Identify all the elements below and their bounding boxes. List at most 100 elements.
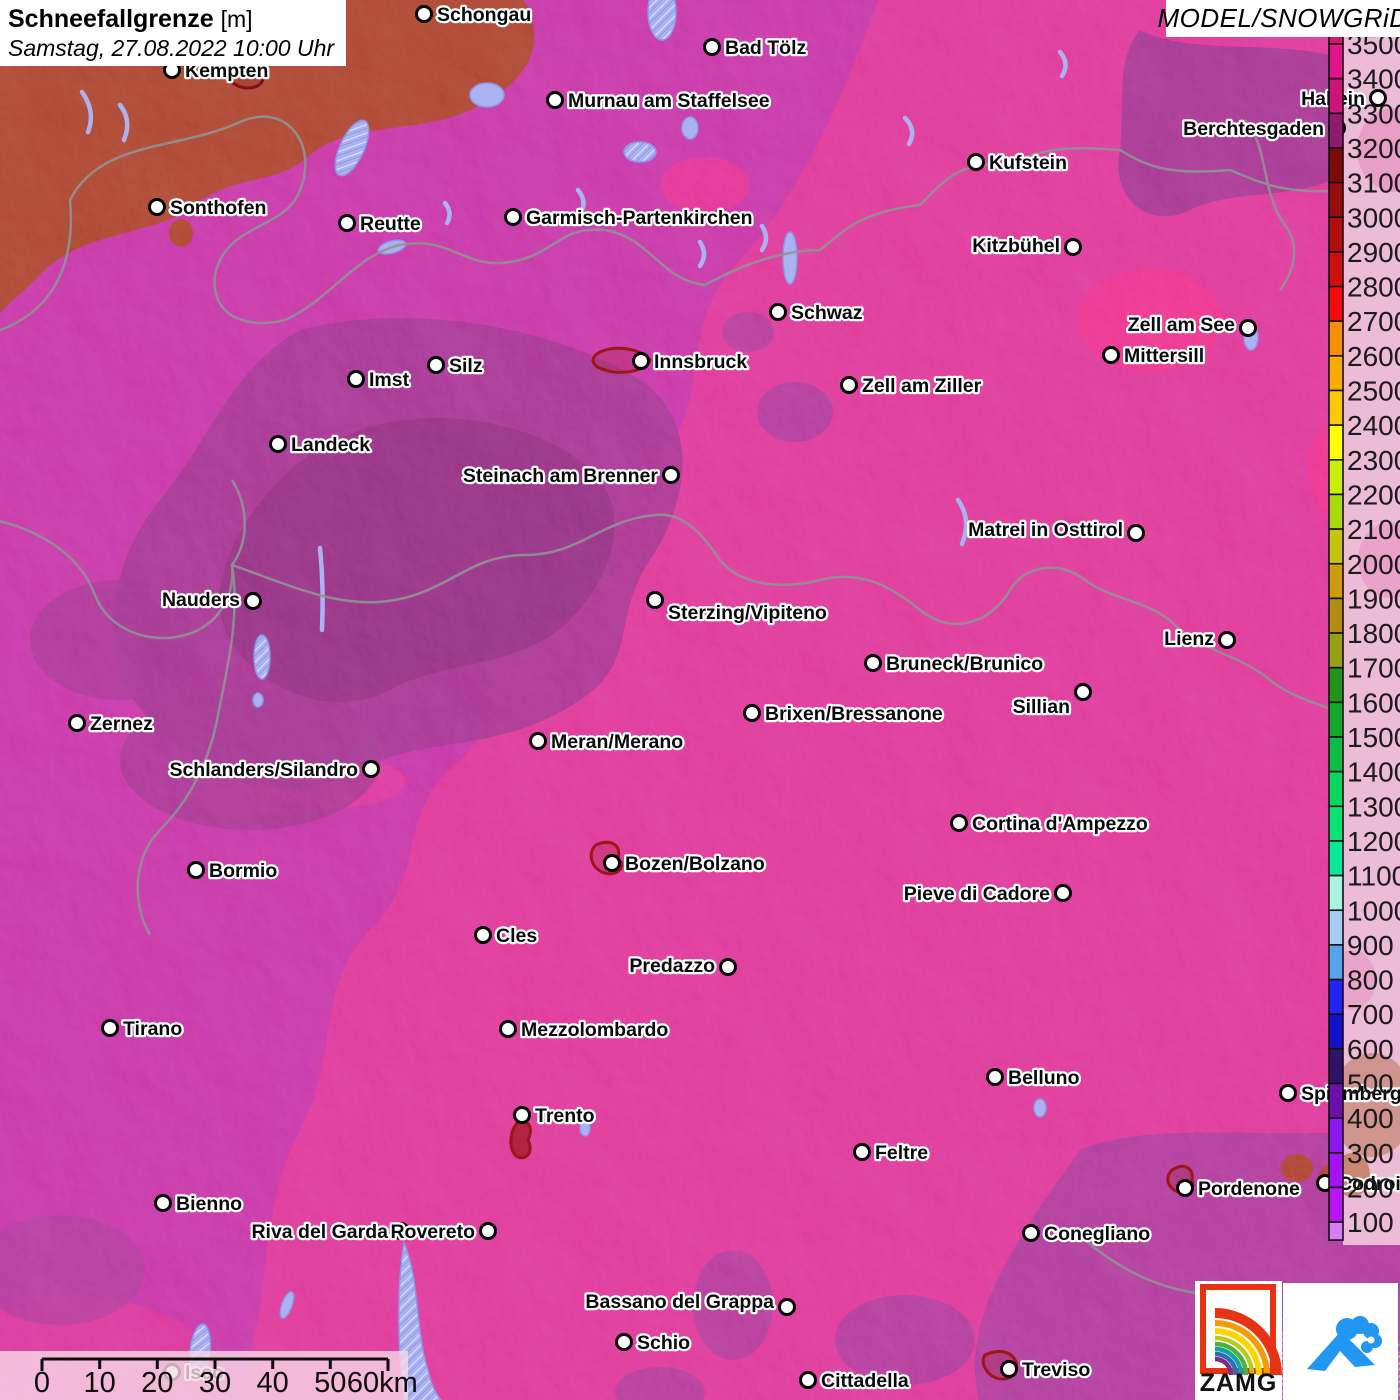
city-dot: [605, 856, 620, 871]
city-label: Bruneck/Brunico: [886, 653, 1043, 675]
city-marker: Cles: [476, 925, 538, 947]
model-label-box: MODEL/SNOWGRiD: [1166, 0, 1400, 37]
city-label: Bormio: [209, 860, 277, 882]
city-label: Garmisch-Partenkirchen: [526, 207, 753, 229]
city-dot: [156, 1196, 171, 1211]
legend-segment: [1329, 1014, 1343, 1049]
city-label: Pordenone: [1198, 1178, 1300, 1200]
legend-tick-label: 1800: [1347, 618, 1400, 649]
model-label: MODEL/SNOWGRiD: [1157, 3, 1400, 34]
city-label: Feltre: [875, 1142, 928, 1164]
city-label: Cles: [496, 925, 537, 947]
scale-label: 30: [199, 1367, 231, 1400]
city-dot: [1178, 1181, 1193, 1196]
legend-tick-label: 100: [1347, 1207, 1394, 1238]
legend-segment: [1329, 425, 1343, 460]
city-dot: [1066, 240, 1081, 255]
city-label: Riva del Garda: [251, 1221, 388, 1243]
city-dot: [1076, 685, 1091, 700]
legend-tick-label: 3400: [1347, 64, 1400, 95]
city-label: Bad Tölz: [725, 37, 806, 59]
zamg-logo-text: ZAMG: [1195, 1369, 1282, 1398]
city-dot: [1002, 1362, 1017, 1377]
legend-tick-label: 1500: [1347, 722, 1400, 753]
legend-tick-label: 2200: [1347, 479, 1400, 510]
legend-segment: [1329, 183, 1343, 218]
city-dot: [271, 437, 286, 452]
city-dot: [548, 93, 563, 108]
city-label: Sillian: [1013, 696, 1070, 718]
city-dot: [1129, 526, 1144, 541]
city-label: Berchtesgaden: [1183, 118, 1324, 140]
elevation-legend: 3500340033003200310030002900280027002600…: [1329, 29, 1400, 1240]
city-dot: [780, 1300, 795, 1315]
city-dot: [866, 656, 881, 671]
legend-tick-label: 3300: [1347, 98, 1400, 129]
city-dot: [417, 7, 432, 22]
city-dot: [1024, 1226, 1039, 1241]
legend-tick-label: 1600: [1347, 687, 1400, 718]
city-label: Cortina d'Ampezzo: [972, 813, 1148, 835]
city-dot: [150, 200, 165, 215]
city-label: Schongau: [437, 4, 531, 26]
scale-label: 20: [141, 1367, 173, 1400]
legend-segment: [1329, 321, 1343, 356]
city-label: Reutte: [360, 213, 421, 235]
city-label: Steinach am Brenner: [463, 465, 658, 487]
city-dot: [842, 378, 857, 393]
legend-segment: [1329, 1153, 1343, 1188]
city-label: Bozen/Bolzano: [625, 853, 765, 875]
mountain-cloud-icon: [1283, 1283, 1398, 1400]
legend-tick-label: 2600: [1347, 341, 1400, 372]
city-label: Lienz: [1164, 628, 1214, 650]
legend-segment: [1329, 1118, 1343, 1153]
zamg-logo: ZAMG: [1195, 1281, 1282, 1400]
city-marker: Zell am Ziller: [842, 375, 982, 397]
city-dot: [429, 358, 444, 373]
legend-segment: [1329, 252, 1343, 287]
city-dot: [506, 210, 521, 225]
scale-label: 40: [257, 1367, 289, 1400]
city-marker: Garmisch-Partenkirchen: [506, 207, 753, 229]
city-label: Rovereto: [390, 1221, 475, 1243]
legend-segment: [1329, 564, 1343, 599]
city-dot: [855, 1145, 870, 1160]
city-dot: [70, 716, 85, 731]
city-label: Treviso: [1022, 1359, 1090, 1381]
legend-segment: [1329, 772, 1343, 807]
legend-tick-label: 1300: [1347, 791, 1400, 822]
city-dot: [705, 40, 720, 55]
city-marker: Berchtesgaden: [1183, 118, 1344, 140]
city-label: Innsbruck: [654, 351, 747, 373]
scale-label: 0: [34, 1367, 50, 1400]
city-label: Sterzing/Vipiteno: [668, 602, 827, 624]
legend-segment: [1329, 598, 1343, 633]
legend-tick-label: 500: [1347, 1069, 1394, 1100]
legend-tick-label: 2900: [1347, 237, 1400, 268]
city-dot: [531, 734, 546, 749]
legend-tick-label: 2800: [1347, 272, 1400, 303]
legend-segment: [1329, 494, 1343, 529]
snowgrid-map-product: SchongauBad TölzKemptenMurnau am Staffel…: [0, 0, 1400, 1400]
legend-tick-label: 2500: [1347, 376, 1400, 407]
legend-segment: [1329, 529, 1343, 564]
city-label: Schlanders/Silandro: [169, 759, 358, 781]
legend-segment: [1329, 945, 1343, 980]
legend-segment: [1329, 1187, 1343, 1222]
city-marker: Schlanders/Silandro: [169, 759, 378, 781]
city-marker: Bozen/Bolzano: [605, 853, 765, 875]
city-label: Schio: [637, 1332, 690, 1354]
city-label: Trento: [535, 1105, 595, 1127]
city-label: Meran/Merano: [551, 731, 683, 753]
legend-tick-label: 800: [1347, 965, 1394, 996]
legend-tick-label: 1700: [1347, 653, 1400, 684]
city-dot: [617, 1335, 632, 1350]
city-marker: Silz: [429, 355, 483, 377]
legend-tick-label: 200: [1347, 1172, 1394, 1203]
city-label: Kufstein: [989, 152, 1067, 174]
title-text: Schneefallgrenze: [8, 5, 214, 33]
city-dot: [745, 706, 760, 721]
city-label: Landeck: [291, 434, 370, 456]
city-marker: Bassano del Grappa: [585, 1291, 794, 1315]
city-dot: [1220, 633, 1235, 648]
